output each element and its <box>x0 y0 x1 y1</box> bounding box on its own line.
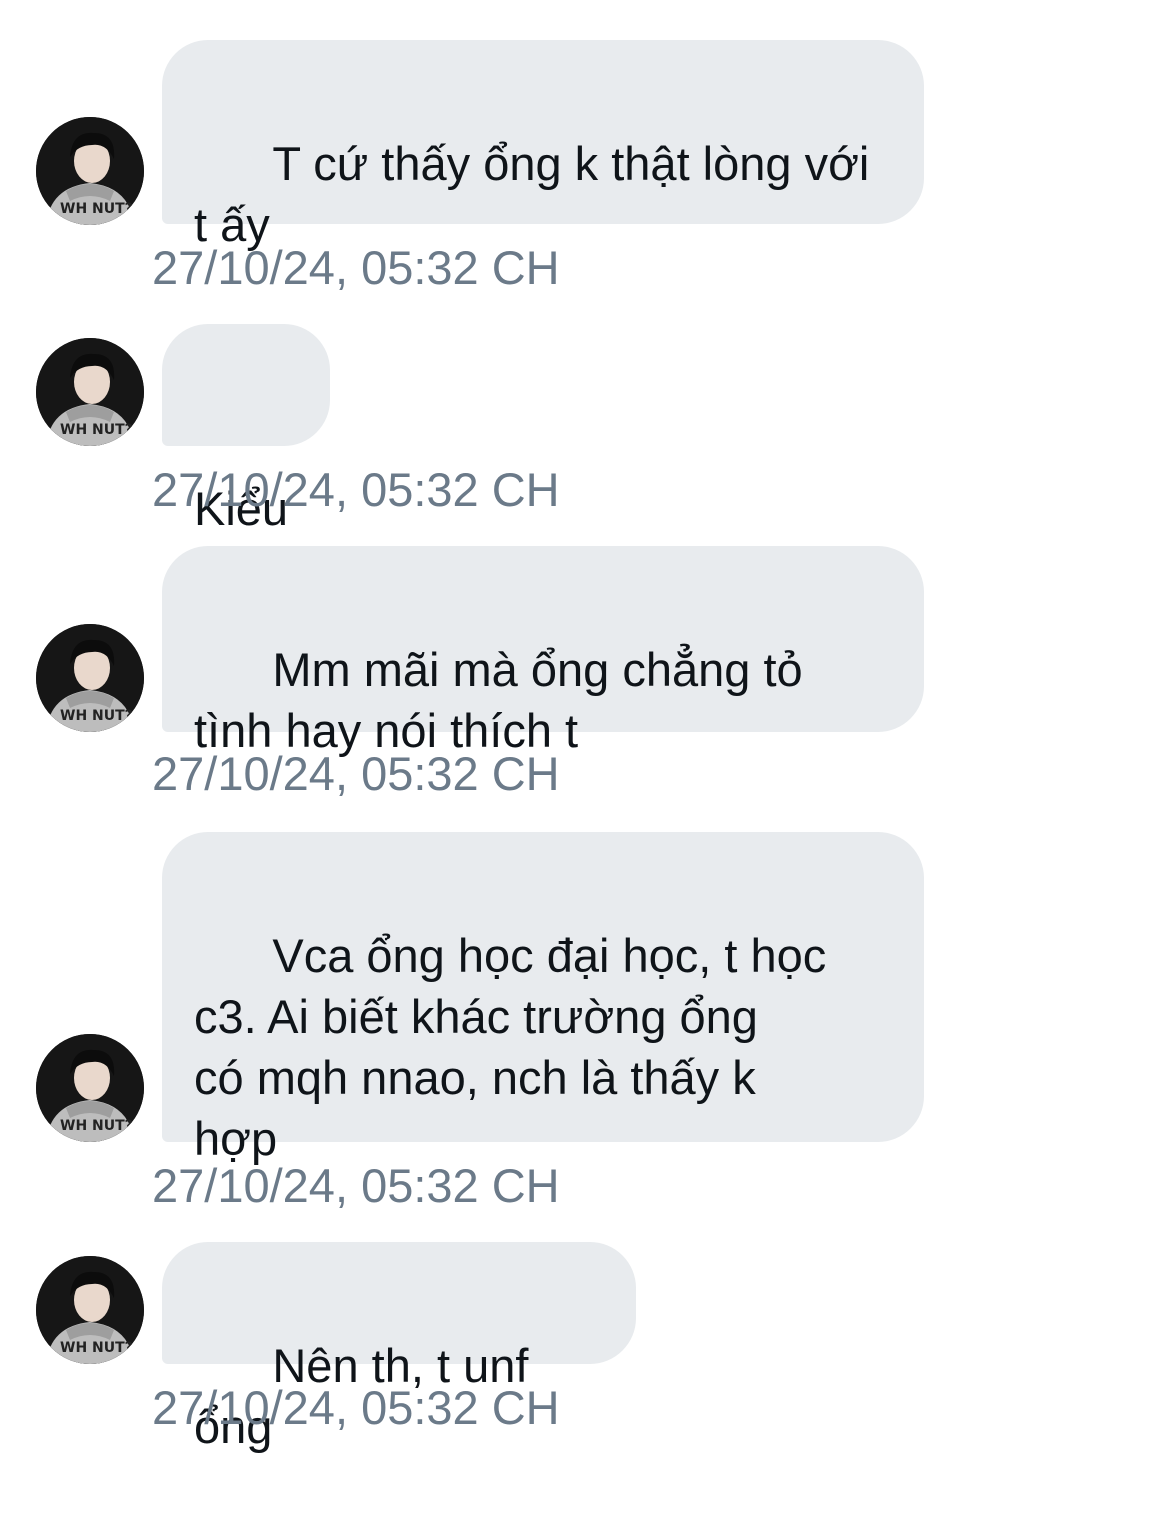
svg-text:WH NUT?!: WH NUT?! <box>60 422 139 438</box>
avatar-image: WH NUT?! <box>36 1034 144 1142</box>
message-bubble[interactable]: Nên th, t unf ổng <box>162 1242 636 1453</box>
message-bubble[interactable]: Kiểu <box>162 324 330 535</box>
message-bubble[interactable]: T cứ thấy ổng k thật lòng với t ấy <box>162 40 924 251</box>
avatar[interactable]: WH NUT?! <box>36 338 144 446</box>
message-text: T cứ thấy ổng k thật lòng với t ấy <box>194 137 870 251</box>
svg-text:WH NUT?!: WH NUT?! <box>60 201 139 217</box>
avatar-image: WH NUT?! <box>36 1256 144 1364</box>
message-thread: T cứ thấy ổng k thật lòng với t ấy WH NU… <box>0 0 1170 1454</box>
message-timestamp: 27/10/24, 05:32 CH <box>152 747 560 800</box>
avatar-image: WH NUT?! <box>36 117 144 225</box>
avatar[interactable]: WH NUT?! <box>36 1256 144 1364</box>
avatar-image: WH NUT?! <box>36 338 144 446</box>
message-timestamp: 27/10/24, 05:32 CH <box>152 1381 560 1434</box>
message-timestamp: 27/10/24, 05:32 CH <box>152 463 560 516</box>
svg-text:WH NUT?!: WH NUT?! <box>60 1340 139 1356</box>
avatar[interactable]: WH NUT?! <box>36 624 144 732</box>
message-bubble[interactable]: Vca ổng học đại học, t học c3. Ai biết k… <box>162 832 924 1165</box>
message-text: Vca ổng học đại học, t học c3. Ai biết k… <box>194 929 827 1165</box>
message-timestamp: 27/10/24, 05:32 CH <box>152 241 560 294</box>
message-text: Mm mãi mà ổng chẳng tỏ tình hay nói thíc… <box>194 643 803 757</box>
svg-text:WH NUT?!: WH NUT?! <box>60 1118 139 1134</box>
message-group: T cứ thấy ổng k thật lòng với t ấy WH NU… <box>0 40 1170 300</box>
message-group: Mm mãi mà ổng chẳng tỏ tình hay nói thíc… <box>0 546 1170 806</box>
message-group: Vca ổng học đại học, t học c3. Ai biết k… <box>0 832 1170 1216</box>
avatar[interactable]: WH NUT?! <box>36 1034 144 1142</box>
message-bubble[interactable]: Mm mãi mà ổng chẳng tỏ tình hay nói thíc… <box>162 546 924 757</box>
avatar-image: WH NUT?! <box>36 624 144 732</box>
message-group: Kiểu WH NUT?! 27/10/24, 05:32 CH <box>0 324 1170 535</box>
message-group: Nên th, t unf ổng WH NUT?! 27/10/24, 05:… <box>0 1242 1170 1453</box>
avatar[interactable]: WH NUT?! <box>36 117 144 225</box>
svg-text:WH NUT?!: WH NUT?! <box>60 708 139 724</box>
message-timestamp: 27/10/24, 05:32 CH <box>152 1159 560 1212</box>
